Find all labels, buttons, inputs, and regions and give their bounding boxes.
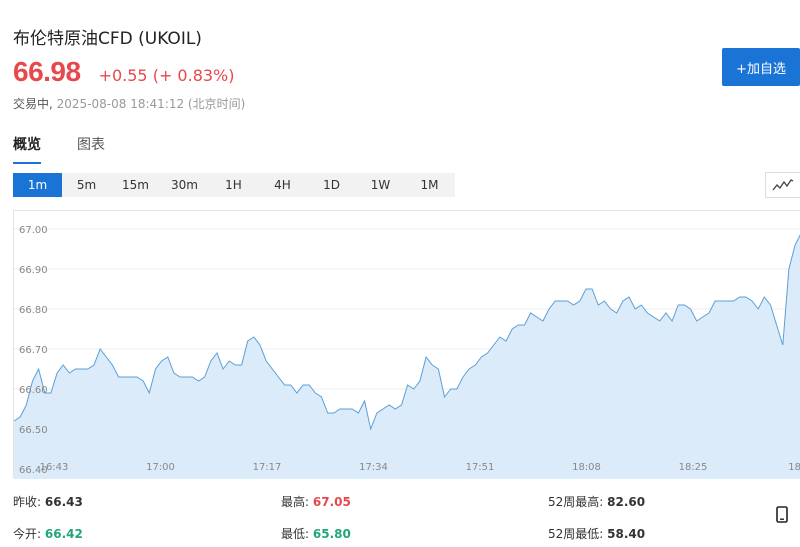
stat-low: 最低: 65.80 — [281, 525, 351, 542]
stat-value: 82.60 — [607, 495, 646, 509]
interval-1w[interactable]: 1W — [356, 173, 405, 197]
y-tick-label: 66.70 — [19, 345, 48, 356]
y-tick-label: 66.60 — [19, 385, 48, 396]
stat-label: 昨收: — [13, 495, 42, 509]
interval-1d[interactable]: 1D — [307, 173, 356, 197]
x-tick-label: 18:08 — [572, 462, 601, 473]
interval-30m[interactable]: 30m — [160, 173, 209, 197]
line-chart-icon — [772, 179, 794, 191]
x-tick-label: 16:43 — [40, 462, 69, 473]
price-row: 66.98 +0.55 (+ 0.83%) — [13, 56, 235, 88]
timestamp: 2025-08-08 18:41:12 (北京时间) — [56, 97, 246, 111]
y-tick-label: 66.50 — [19, 425, 48, 436]
price-chart-svg: 66.4066.5066.6066.7066.8066.9067.0016:43… — [13, 225, 800, 479]
interval-selector: 1m 5m 15m 30m 1H 4H 1D 1W 1M — [13, 173, 455, 197]
x-tick-label: 17:51 — [466, 462, 495, 473]
interval-1h[interactable]: 1H — [209, 173, 258, 197]
tab-overview[interactable]: 概览 — [13, 134, 41, 164]
stat-open: 今开: 66.42 — [13, 525, 83, 542]
last-price: 66.98 — [13, 56, 81, 87]
stat-label: 52周最低: — [548, 527, 604, 541]
x-tick-label: 17:00 — [146, 462, 175, 473]
stat-value: 65.80 — [312, 527, 351, 541]
x-tick-label: 18:25 — [679, 462, 708, 473]
x-tick-label: 18:4 — [788, 462, 800, 473]
x-tick-label: 17:17 — [253, 462, 282, 473]
interval-1mo[interactable]: 1M — [405, 173, 454, 197]
price-change: +0.55 (+ 0.83%) — [98, 66, 235, 85]
chart-type-button[interactable] — [765, 172, 800, 198]
stat-value: 66.43 — [44, 495, 83, 509]
interval-1m[interactable]: 1m — [13, 173, 62, 197]
interval-5m[interactable]: 5m — [62, 173, 111, 197]
instrument-title: 布伦特原油CFD (UKOIL) — [13, 29, 202, 49]
mobile-phone-icon[interactable] — [776, 506, 788, 523]
stat-prev-close: 昨收: 66.43 — [13, 493, 83, 510]
tab-chart[interactable]: 图表 — [77, 134, 105, 164]
interval-15m[interactable]: 15m — [111, 173, 160, 197]
interval-4h[interactable]: 4H — [258, 173, 307, 197]
add-watchlist-button[interactable]: +加自选 — [722, 48, 800, 86]
y-tick-label: 66.80 — [19, 305, 48, 316]
view-tabs: 概览 图表 — [13, 134, 141, 164]
stat-label: 最高: — [281, 495, 310, 509]
stat-value: 66.42 — [44, 527, 83, 541]
price-area — [14, 235, 800, 479]
y-tick-label: 66.90 — [19, 265, 48, 276]
stat-label: 52周最高: — [548, 495, 604, 509]
stat-52w-low: 52周最低: 58.40 — [548, 525, 645, 542]
stat-high: 最高: 67.05 — [281, 493, 351, 510]
stat-label: 今开: — [13, 527, 42, 541]
y-tick-label: 67.00 — [19, 225, 48, 236]
status-text: 交易中, — [13, 97, 53, 111]
stat-52w-high: 52周最高: 82.60 — [548, 493, 645, 510]
price-chart[interactable]: 66.40 66.50 66.60 66.70 66.80 66.90 67.00 16:43… — [13, 210, 800, 479]
stat-label: 最低: — [281, 527, 310, 541]
trading-status: 交易中, 2025-08-08 18:41:12 (北京时间) — [13, 95, 245, 112]
x-tick-label: 17:34 — [359, 462, 388, 473]
stat-value: 58.40 — [607, 527, 646, 541]
stat-value: 67.05 — [312, 495, 351, 509]
